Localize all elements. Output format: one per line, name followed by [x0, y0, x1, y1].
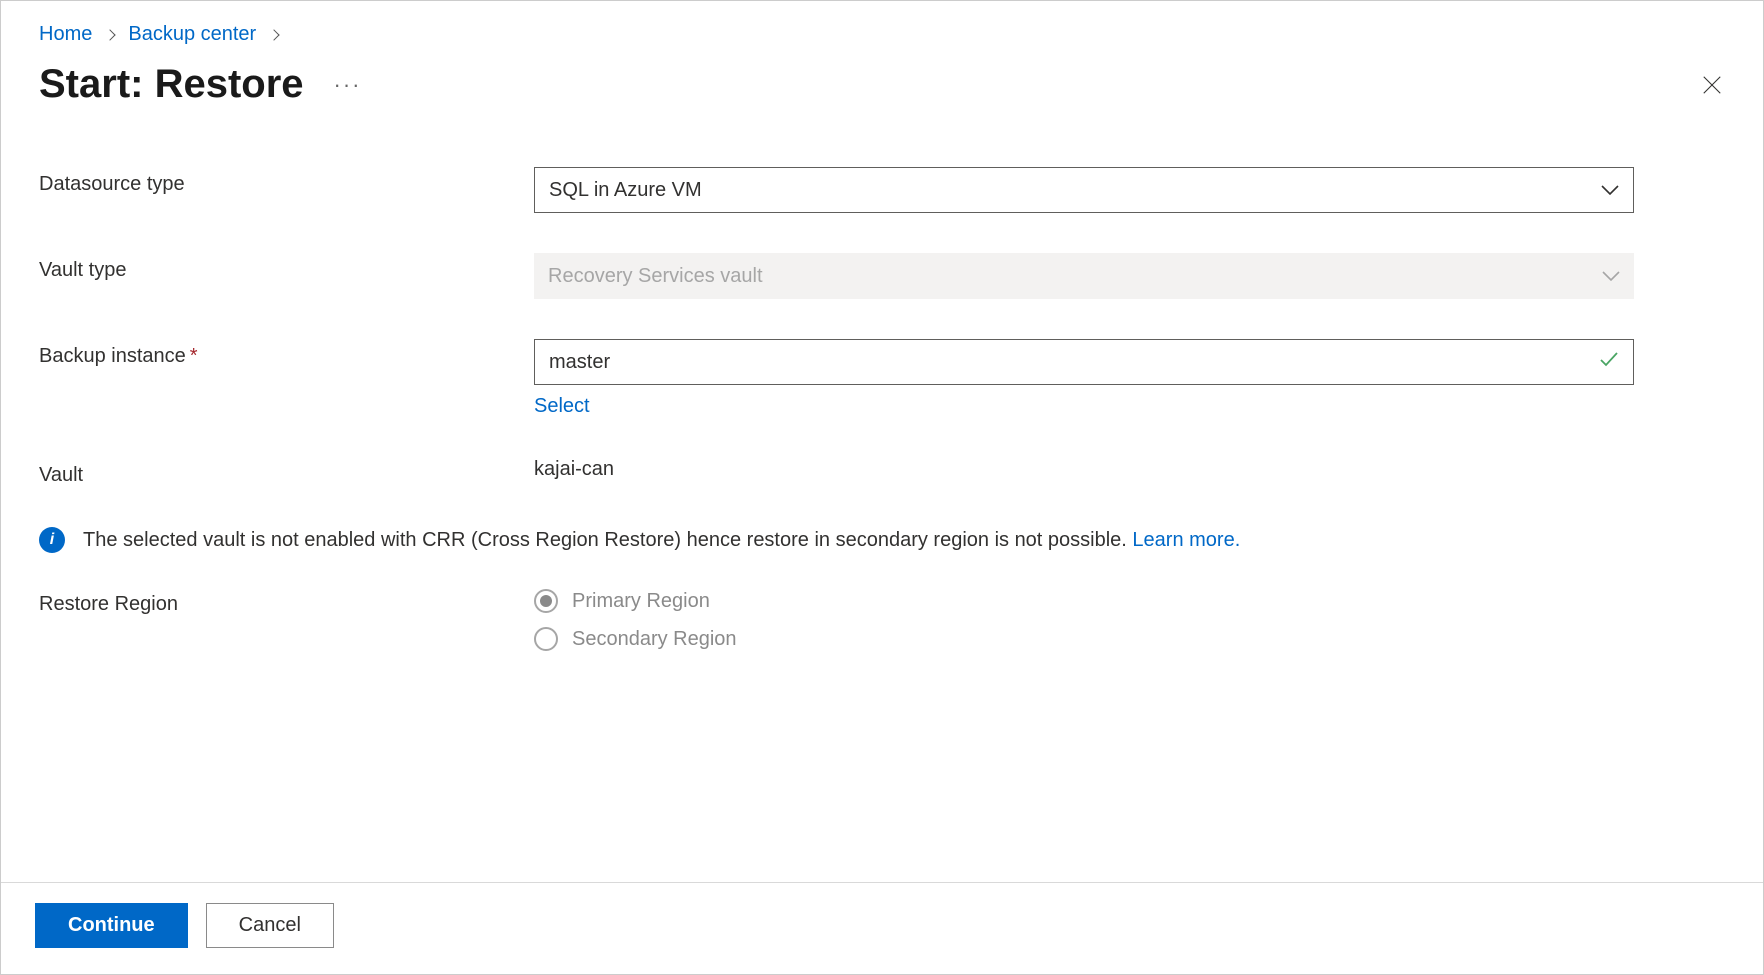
close-button[interactable]: [1699, 72, 1725, 98]
datasource-type-dropdown[interactable]: SQL in Azure VM: [534, 167, 1634, 213]
more-menu-button[interactable]: ···: [334, 72, 362, 98]
backup-instance-value: master: [549, 351, 610, 374]
datasource-type-label: Datasource type: [39, 167, 534, 196]
primary-region-label: Primary Region: [572, 590, 710, 613]
vault-type-dropdown: Recovery Services vault: [534, 253, 1634, 299]
info-text: The selected vault is not enabled with C…: [83, 529, 1132, 551]
radio-icon: [534, 627, 558, 651]
checkmark-icon: [1599, 349, 1619, 375]
cancel-button[interactable]: Cancel: [206, 903, 334, 948]
info-icon: i: [39, 527, 65, 553]
breadcrumb-home[interactable]: Home: [39, 23, 92, 46]
breadcrumb: Home Backup center: [1, 1, 1763, 56]
secondary-region-label: Secondary Region: [572, 628, 737, 651]
radio-icon: [534, 589, 558, 613]
primary-region-radio: Primary Region: [534, 589, 1634, 613]
backup-instance-input[interactable]: master: [534, 339, 1634, 385]
restore-region-radio-group: Primary Region Secondary Region: [534, 589, 1634, 651]
restore-form: Datasource type SQL in Azure VM Vault ty…: [1, 147, 1763, 487]
chevron-right-icon: [105, 29, 116, 40]
vault-value: kajai-can: [534, 458, 1634, 481]
datasource-type-value: SQL in Azure VM: [549, 179, 702, 202]
info-banner: i The selected vault is not enabled with…: [1, 527, 1763, 553]
chevron-right-icon: [269, 29, 280, 40]
vault-type-value: Recovery Services vault: [548, 265, 763, 288]
learn-more-link[interactable]: Learn more.: [1132, 529, 1240, 551]
vault-label: Vault: [39, 458, 534, 487]
footer-actions: Continue Cancel: [1, 882, 1763, 974]
page-header: Start: Restore ···: [1, 56, 1763, 147]
breadcrumb-backup-center[interactable]: Backup center: [128, 23, 256, 46]
backup-instance-select-link[interactable]: Select: [534, 395, 590, 418]
secondary-region-radio: Secondary Region: [534, 627, 1634, 651]
page-title: Start: Restore: [39, 62, 304, 107]
continue-button[interactable]: Continue: [35, 903, 188, 948]
vault-type-label: Vault type: [39, 253, 534, 282]
chevron-down-icon: [1602, 271, 1620, 281]
restore-region-label: Restore Region: [39, 587, 534, 616]
backup-instance-label: Backup instance*: [39, 339, 534, 368]
close-icon: [1701, 74, 1723, 96]
chevron-down-icon: [1601, 185, 1619, 195]
